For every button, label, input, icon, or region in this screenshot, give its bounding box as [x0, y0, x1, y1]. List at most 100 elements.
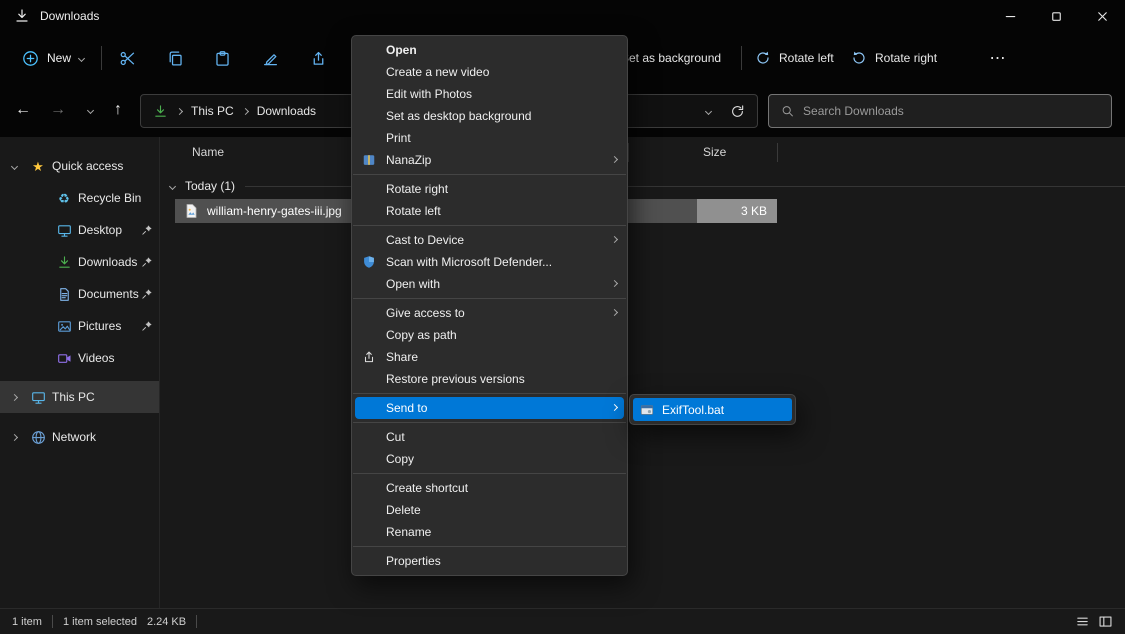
menu-item-rename[interactable]: Rename	[352, 521, 627, 543]
share-button[interactable]	[299, 41, 337, 75]
pin-icon	[141, 224, 153, 236]
menu-item-create-shortcut[interactable]: Create shortcut	[352, 477, 627, 499]
menu-item-nanazip[interactable]: NanaZip	[352, 149, 627, 171]
menu-separator	[353, 298, 626, 299]
copy-button[interactable]	[156, 41, 194, 75]
menu-separator	[353, 546, 626, 547]
address-dropdown-icon[interactable]	[705, 108, 712, 115]
download-icon	[56, 254, 72, 270]
pin-icon	[141, 288, 153, 300]
menu-item-open[interactable]: Open	[352, 39, 627, 61]
column-header-name[interactable]: Name	[192, 145, 224, 159]
maximize-button[interactable]	[1033, 0, 1079, 32]
back-button[interactable]: ←	[8, 94, 38, 126]
breadcrumb-downloads[interactable]: Downloads	[257, 104, 316, 118]
menu-item-create-a-new-video[interactable]: Create a new video	[352, 61, 627, 83]
star-icon: ★	[30, 158, 46, 174]
details-view-button[interactable]	[1075, 614, 1090, 629]
chevron-down-icon	[78, 54, 85, 61]
column-header-size[interactable]: Size	[703, 145, 726, 159]
menu-item-label: Share	[386, 350, 418, 364]
minimize-button[interactable]	[987, 0, 1033, 32]
forward-icon: →	[50, 101, 66, 119]
menu-item-cut[interactable]: Cut	[352, 426, 627, 448]
chevron-down-icon	[86, 106, 93, 113]
menu-item-give-access-to[interactable]: Give access to	[352, 302, 627, 324]
toolbar-divider	[101, 46, 102, 70]
plus-circle-icon	[22, 50, 39, 67]
menu-item-label: Rotate right	[386, 182, 448, 196]
menu-item-restore-previous-versions[interactable]: Restore previous versions	[352, 368, 627, 390]
sidebar-item-downloads[interactable]: Downloads	[0, 246, 159, 278]
close-button[interactable]	[1079, 0, 1125, 32]
rename-button[interactable]	[251, 41, 289, 75]
selection-count: 1 item selected	[63, 616, 137, 628]
menu-item-set-as-desktop-background[interactable]: Set as desktop background	[352, 105, 627, 127]
recent-locations-button[interactable]	[75, 94, 105, 126]
new-button-label: New	[47, 51, 71, 65]
pin-icon	[141, 320, 153, 332]
monitor-icon	[30, 389, 46, 405]
menu-item-edit-with-photos[interactable]: Edit with Photos	[352, 83, 627, 105]
sidebar-item-pictures[interactable]: Pictures	[0, 310, 159, 342]
selection-size: 2.24 KB	[147, 616, 186, 628]
rotate-right-button[interactable]: Rotate right	[851, 41, 937, 75]
group-label: Today (1)	[185, 179, 235, 193]
menu-item-delete[interactable]: Delete	[352, 499, 627, 521]
share-icon	[361, 349, 377, 365]
thumbnail-view-button[interactable]	[1098, 614, 1113, 629]
chevron-down-icon[interactable]	[169, 182, 176, 189]
menu-item-label: Copy	[386, 452, 414, 466]
menu-item-share[interactable]: Share	[352, 346, 627, 368]
menu-item-label: NanaZip	[386, 153, 431, 167]
menu-item-open-with[interactable]: Open with	[352, 273, 627, 295]
rotate-left-button[interactable]: Rotate left	[755, 41, 834, 75]
chevron-right-icon	[242, 107, 249, 114]
column-separator[interactable]	[628, 143, 629, 162]
menu-item-print[interactable]: Print	[352, 127, 627, 149]
sidebar-item-recycle-bin[interactable]: ♻ Recycle Bin	[0, 182, 159, 214]
downloads-window-icon	[14, 8, 30, 24]
more-options-button[interactable]: ⋯	[979, 41, 1017, 75]
menu-item-properties[interactable]: Properties	[352, 550, 627, 572]
up-button[interactable]: ↑	[103, 94, 133, 126]
item-count: 1 item	[12, 616, 42, 628]
menu-item-send-to[interactable]: Send to	[355, 397, 624, 419]
paste-button[interactable]	[203, 41, 241, 75]
refresh-button[interactable]	[730, 104, 745, 119]
group-header-today[interactable]: Today (1)	[170, 176, 1125, 196]
sidebar-item-this-pc[interactable]: This PC	[0, 381, 159, 413]
sidebar-item-desktop[interactable]: Desktop	[0, 214, 159, 246]
menu-item-cast-to-device[interactable]: Cast to Device	[352, 229, 627, 251]
status-bar: 1 item 1 item selected 2.24 KB	[0, 608, 1125, 634]
menu-item-rotate-right[interactable]: Rotate right	[352, 178, 627, 200]
menu-item-copy[interactable]: Copy	[352, 448, 627, 470]
menu-item-label: Give access to	[386, 306, 465, 320]
breadcrumb-this-pc[interactable]: This PC	[191, 104, 234, 118]
forward-button[interactable]: →	[43, 94, 73, 126]
sidebar-item-quick-access[interactable]: ★ Quick access	[0, 150, 159, 182]
rotate-left-label: Rotate left	[779, 51, 834, 65]
image-file-icon	[183, 203, 199, 219]
details-view-icon	[1075, 614, 1090, 629]
menu-item-rotate-left[interactable]: Rotate left	[352, 200, 627, 222]
new-button[interactable]: New	[12, 41, 94, 75]
file-size-cell: 3 KB	[697, 199, 777, 223]
rotate-right-icon	[851, 50, 867, 66]
set-as-background-button[interactable]: Set as background	[621, 41, 721, 75]
sidebar-item-network[interactable]: Network	[0, 421, 159, 453]
cut-button[interactable]	[108, 41, 146, 75]
menu-item-scan-with-defender[interactable]: Scan with Microsoft Defender...	[352, 251, 627, 273]
sidebar-item-videos[interactable]: Videos	[0, 342, 159, 374]
titlebar: Downloads	[0, 0, 1125, 32]
submenu-item-exiftool[interactable]: ExifTool.bat	[633, 398, 792, 421]
menu-item-label: Open with	[386, 277, 440, 291]
back-icon: ←	[15, 101, 31, 119]
search-input[interactable]	[803, 104, 1099, 118]
search-box[interactable]	[768, 94, 1112, 128]
sidebar-item-documents[interactable]: Documents	[0, 278, 159, 310]
menu-item-copy-as-path[interactable]: Copy as path	[352, 324, 627, 346]
column-separator[interactable]	[777, 143, 778, 162]
submenu-arrow-icon	[611, 404, 618, 411]
picture-icon	[56, 318, 72, 334]
